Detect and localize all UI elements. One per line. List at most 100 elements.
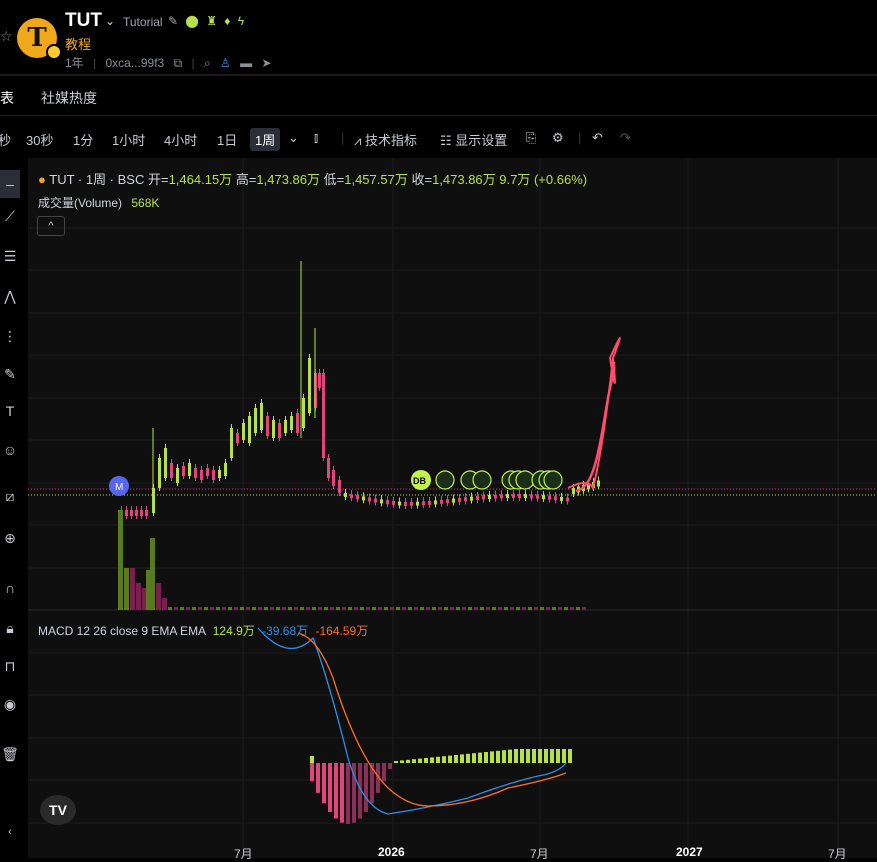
text-tool-icon[interactable]: T xyxy=(0,403,20,419)
zoom-tool-icon[interactable]: ⊕ xyxy=(0,530,20,547)
collapse-legend-button[interactable]: ^ xyxy=(37,216,65,236)
volume-bar xyxy=(396,607,400,610)
telegram-icon[interactable]: ➤ xyxy=(261,56,271,70)
candle xyxy=(176,468,179,483)
macd-hist-bar xyxy=(430,757,434,763)
emoji-tool-icon[interactable]: ☺ xyxy=(0,442,20,458)
volume-bar xyxy=(234,607,238,610)
brush-tool-icon[interactable]: ✎ xyxy=(0,366,20,383)
interval-1h[interactable]: 1小时 xyxy=(112,130,145,149)
candle xyxy=(368,497,371,502)
lock2-tool-icon[interactable]: ⊓ xyxy=(0,658,20,675)
high-label: 高= xyxy=(235,172,257,187)
candle xyxy=(188,463,191,476)
volume-bar xyxy=(150,538,155,610)
volume-bar xyxy=(318,607,322,610)
interval-4h[interactable]: 4小时 xyxy=(164,130,197,149)
candles-icon[interactable]: ⫾ xyxy=(314,130,318,146)
volume-bar xyxy=(342,607,346,610)
tradingview-logo[interactable]: TV xyxy=(40,795,76,825)
volume-bar xyxy=(558,607,562,610)
macd-hist-bar xyxy=(382,763,386,782)
macd-hist-bar xyxy=(340,763,344,823)
volume-bar xyxy=(372,607,376,610)
token-name[interactable]: TUT xyxy=(65,10,102,32)
macd-hist-bar xyxy=(556,749,560,763)
macd-hist-bar xyxy=(472,753,476,763)
chevron-down-icon[interactable]: ⌄ xyxy=(105,14,115,28)
macd-hist-bar xyxy=(490,751,494,763)
undo-icon[interactable]: ↶ xyxy=(592,130,603,146)
ruler-tool-icon[interactable]: ⧄ xyxy=(0,488,20,505)
volume-bar xyxy=(252,607,256,610)
candle xyxy=(236,433,239,443)
volume-bar xyxy=(552,607,556,610)
tab-chart[interactable]: 图表 xyxy=(0,88,14,108)
macd-hist-bar xyxy=(310,756,314,763)
cursor-tool-icon[interactable]: – xyxy=(0,170,20,198)
snapshot-icon[interactable]: ⎘ xyxy=(526,130,536,146)
macd-hist-bar xyxy=(514,749,518,763)
contract-address[interactable]: 0xca...99f3 xyxy=(106,56,165,70)
chevron-down-icon[interactable]: ⌄ xyxy=(288,130,299,146)
close-label: 收= xyxy=(411,172,433,187)
drawing-toolbar: – ⟋ ☰ ⋀ ⋮ ✎ T ☺ ⧄ ⊕ ∩ 🔒︎ ⊓ ◉ 🗑︎ ‹ xyxy=(0,158,28,858)
candle xyxy=(404,501,407,506)
volume-bar xyxy=(240,607,244,610)
edit-icon[interactable]: ✎ xyxy=(168,14,178,28)
collapse-toolbar-icon[interactable]: ‹ xyxy=(0,826,20,838)
interval-30s[interactable]: 30秒 xyxy=(26,130,53,149)
marker-trade xyxy=(472,470,492,490)
candle xyxy=(572,488,575,494)
interval-1w[interactable]: 1周 xyxy=(250,128,281,151)
volume-bar xyxy=(294,607,298,610)
volume-bar xyxy=(246,607,250,610)
display-settings-button[interactable]: ☷ 显示设置 xyxy=(440,130,507,149)
candle xyxy=(597,480,600,487)
copy-icon[interactable]: ⧉ xyxy=(174,56,183,70)
macd-hist-bar xyxy=(448,755,452,763)
macd-hist-bar xyxy=(364,763,368,813)
candle xyxy=(446,499,449,504)
star-icon[interactable]: ☆ xyxy=(0,28,13,45)
lock-tool-icon[interactable]: 🔒︎ xyxy=(0,620,20,637)
interval-1d[interactable]: 1日 xyxy=(217,130,237,149)
volume-bar xyxy=(136,583,141,610)
candle xyxy=(140,510,143,516)
magnet-tool-icon[interactable]: ∩ xyxy=(0,580,20,596)
card-icon[interactable]: ▬ xyxy=(240,56,252,70)
pattern-tool-icon[interactable]: ⋀ xyxy=(0,288,20,305)
fib-tool-icon[interactable]: ☰ xyxy=(0,248,20,265)
tab-social[interactable]: 社媒热度 xyxy=(41,88,97,108)
indicators-button[interactable]: ⩘ 技术指标 xyxy=(354,130,417,149)
candle xyxy=(284,420,287,433)
candle xyxy=(327,458,330,478)
measure-tool-icon[interactable]: ⋮ xyxy=(0,328,20,345)
candle xyxy=(542,495,545,500)
eye-tool-icon[interactable]: ◉ xyxy=(0,696,20,713)
macd-hist-bar xyxy=(526,749,530,763)
search-icon[interactable]: ⌕ xyxy=(204,56,211,70)
trash-tool-icon[interactable]: 🗑︎ xyxy=(0,746,20,763)
toolbar-divider: | xyxy=(341,130,345,145)
macd-hist-bar xyxy=(394,761,398,763)
candle xyxy=(350,494,353,499)
volume-bar xyxy=(354,607,358,610)
macd-hist-bar xyxy=(460,754,464,763)
chart-canvas[interactable]: M DB xyxy=(28,158,877,858)
candle xyxy=(344,493,347,497)
candle xyxy=(212,470,215,480)
legend-symbol: TUT · 1周 · BSC xyxy=(49,172,145,187)
interval-1m[interactable]: 1分 xyxy=(73,130,93,149)
volume-bar xyxy=(366,607,370,610)
candle xyxy=(308,358,311,413)
macd-hist-bar xyxy=(310,763,314,782)
user-icon[interactable]: ♙ xyxy=(220,56,231,70)
trendline-tool-icon[interactable]: ⟋ xyxy=(0,208,20,225)
redo-icon[interactable]: ↷ xyxy=(620,130,631,146)
gear-icon[interactable]: ⚙ xyxy=(552,130,564,146)
volume-label: 成交量(Volume) xyxy=(38,196,123,210)
interval-sec[interactable]: 秒 xyxy=(0,130,11,149)
macd-hist-bar xyxy=(508,749,512,763)
x-axis-label: 7月 xyxy=(530,847,549,861)
